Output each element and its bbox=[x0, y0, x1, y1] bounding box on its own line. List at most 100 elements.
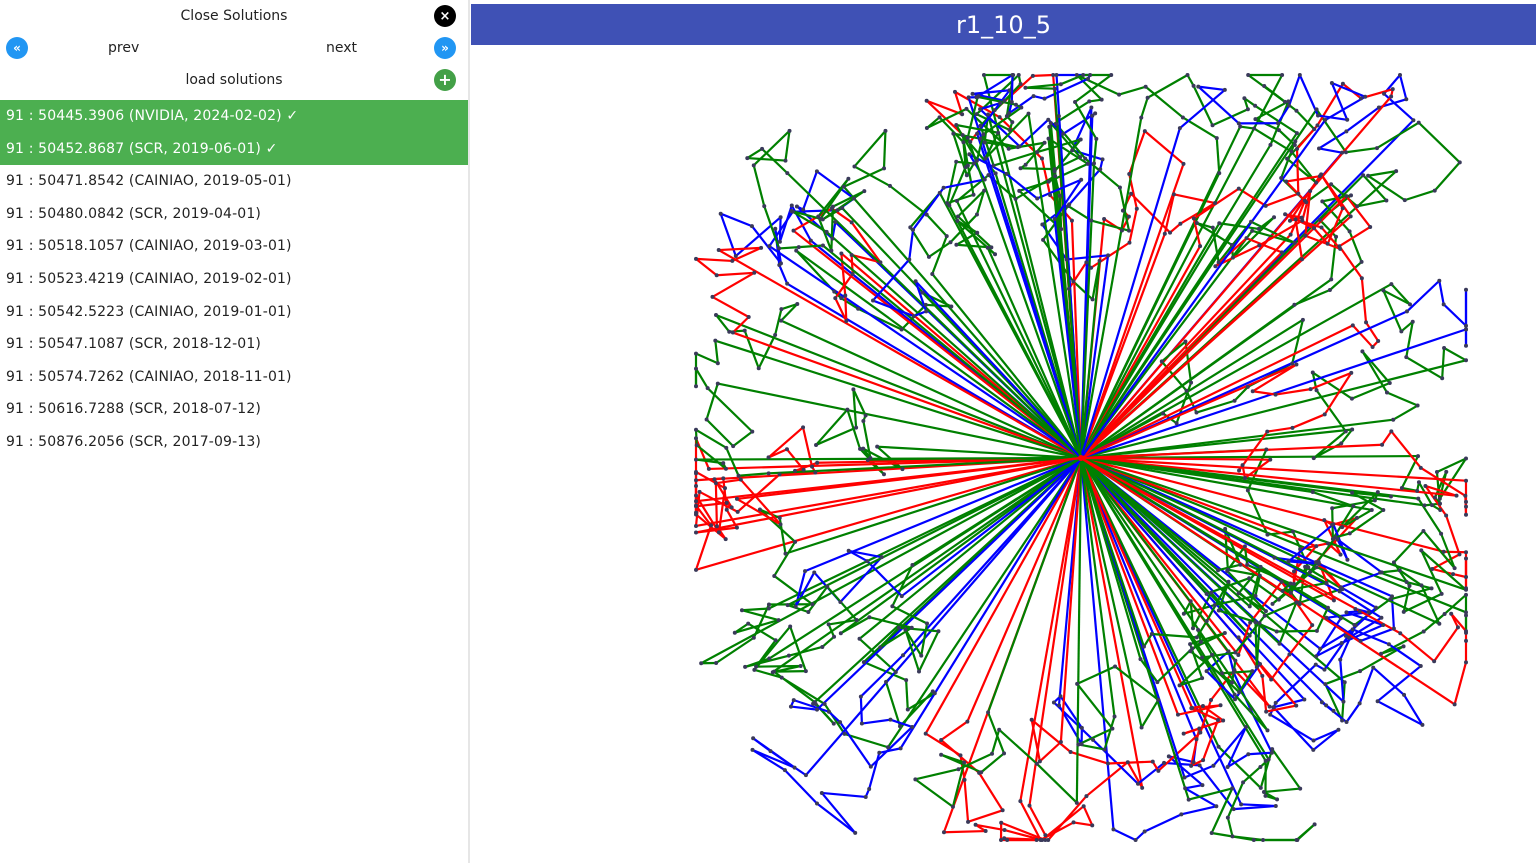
customer-node bbox=[1182, 732, 1186, 736]
customer-node bbox=[843, 293, 847, 297]
close-icon[interactable]: × bbox=[434, 5, 456, 27]
customer-node bbox=[1416, 497, 1420, 501]
customer-node bbox=[1002, 836, 1006, 840]
customer-node bbox=[795, 204, 799, 208]
customer-node bbox=[1070, 148, 1074, 152]
customer-node bbox=[1023, 86, 1027, 90]
customer-node bbox=[1274, 701, 1278, 705]
customer-node bbox=[1292, 582, 1296, 586]
customer-node bbox=[1232, 807, 1236, 811]
route-edge bbox=[1091, 243, 1129, 268]
customer-node bbox=[1007, 111, 1011, 115]
customer-node bbox=[839, 631, 843, 635]
route-edge bbox=[841, 458, 1081, 633]
solution-item[interactable]: 91 : 50542.5223 (CAINIAO, 2019-01-01) bbox=[0, 296, 468, 329]
customer-node bbox=[1041, 238, 1045, 242]
double-chevron-right-icon[interactable]: » bbox=[434, 37, 456, 59]
customer-node bbox=[1295, 131, 1299, 135]
customer-node bbox=[1214, 804, 1218, 808]
solution-item[interactable]: 91 : 50523.4219 (CAINIAO, 2019-02-01) bbox=[0, 263, 468, 296]
customer-node bbox=[1243, 544, 1247, 548]
customer-node bbox=[842, 185, 846, 189]
customer-node bbox=[803, 569, 807, 573]
customer-node bbox=[840, 206, 844, 210]
customer-node bbox=[1430, 567, 1434, 571]
solution-item[interactable]: 91 : 50574.7262 (CAINIAO, 2018-11-01) bbox=[0, 361, 468, 394]
plus-icon[interactable]: + bbox=[434, 69, 456, 91]
route-edge bbox=[1297, 824, 1314, 840]
customer-node bbox=[1106, 253, 1110, 257]
customer-node bbox=[1405, 309, 1409, 313]
customer-node bbox=[801, 207, 805, 211]
customer-node bbox=[1303, 565, 1307, 569]
customer-node bbox=[1047, 180, 1051, 184]
solution-item[interactable]: 91 : 50445.3906 (NVIDIA, 2024-02-02) ✓ bbox=[0, 100, 468, 133]
customer-node bbox=[752, 668, 756, 672]
customer-node bbox=[965, 720, 969, 724]
solution-item[interactable]: 91 : 50518.1057 (CAINIAO, 2019-03-01) bbox=[0, 230, 468, 263]
customer-node bbox=[1244, 725, 1248, 729]
close-solutions-label[interactable]: Close Solutions bbox=[181, 8, 288, 24]
customer-node bbox=[735, 526, 739, 530]
customer-node bbox=[1432, 659, 1436, 663]
customer-node bbox=[862, 189, 866, 193]
solution-item[interactable]: 91 : 50876.2056 (SCR, 2017-09-13) bbox=[0, 426, 468, 459]
solution-item[interactable]: 91 : 50452.8687 (SCR, 2019-06-01) ✓ bbox=[0, 133, 468, 166]
route-edge bbox=[1217, 138, 1219, 173]
customer-node bbox=[851, 272, 855, 276]
customer-node bbox=[1264, 609, 1268, 613]
customer-node bbox=[1220, 671, 1224, 675]
solution-item[interactable]: 91 : 50480.0842 (SCR, 2019-04-01) bbox=[0, 198, 468, 231]
customer-node bbox=[1298, 787, 1302, 791]
customer-node bbox=[1140, 725, 1144, 729]
customer-node bbox=[724, 537, 728, 541]
customer-node bbox=[1315, 388, 1319, 392]
customer-node bbox=[1253, 104, 1257, 108]
customer-node bbox=[790, 203, 794, 207]
customer-node bbox=[1334, 235, 1338, 239]
customer-node bbox=[1081, 73, 1085, 77]
route-edge bbox=[1277, 631, 1317, 632]
customer-node bbox=[1246, 385, 1250, 389]
customer-node bbox=[1331, 522, 1335, 526]
customer-node bbox=[1388, 381, 1392, 385]
customer-node bbox=[1316, 114, 1320, 118]
customer-node bbox=[1076, 742, 1080, 746]
solution-item[interactable]: 91 : 50547.1087 (SCR, 2018-12-01) bbox=[0, 328, 468, 361]
load-solutions-button[interactable]: load solutions bbox=[185, 72, 282, 88]
route-edge bbox=[845, 295, 846, 321]
route-edge bbox=[822, 793, 866, 797]
solution-item[interactable]: 91 : 50471.8542 (CAINIAO, 2019-05-01) bbox=[0, 165, 468, 198]
customer-node bbox=[1323, 682, 1327, 686]
customer-node bbox=[1150, 632, 1154, 636]
customer-node bbox=[1082, 804, 1086, 808]
double-chevron-left-icon[interactable]: « bbox=[6, 37, 28, 59]
customer-node bbox=[758, 508, 762, 512]
customer-node bbox=[1345, 558, 1349, 562]
route-edge bbox=[1378, 666, 1421, 701]
customer-node bbox=[767, 471, 771, 475]
customer-node bbox=[694, 257, 698, 261]
customer-node bbox=[1200, 783, 1204, 787]
customer-node bbox=[1053, 169, 1057, 173]
customer-node bbox=[1312, 127, 1316, 131]
customer-node bbox=[1368, 225, 1372, 229]
customer-node bbox=[984, 829, 988, 833]
route-edge bbox=[1279, 130, 1295, 145]
customer-node bbox=[1195, 221, 1199, 225]
route-edge bbox=[1455, 662, 1466, 704]
customer-node bbox=[1287, 104, 1291, 108]
next-button[interactable]: next bbox=[326, 40, 357, 56]
customer-node bbox=[1294, 217, 1298, 221]
route-edge bbox=[927, 101, 962, 115]
solution-item[interactable]: 91 : 50616.7288 (SCR, 2018-07-12) bbox=[0, 393, 468, 426]
customer-node bbox=[1379, 652, 1383, 656]
customer-node bbox=[1359, 639, 1363, 643]
customer-node bbox=[1298, 547, 1302, 551]
customer-node bbox=[1298, 73, 1302, 77]
route-edge bbox=[779, 247, 799, 248]
prev-button[interactable]: prev bbox=[108, 40, 139, 56]
customer-node bbox=[1433, 496, 1437, 500]
customer-node bbox=[974, 823, 978, 827]
customer-node bbox=[1280, 73, 1284, 77]
